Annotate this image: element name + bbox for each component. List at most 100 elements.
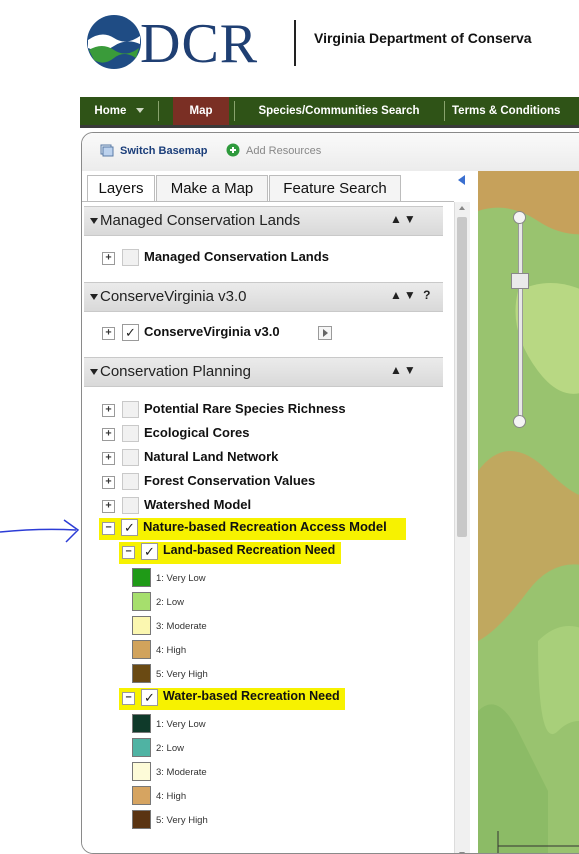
chevron-down-icon xyxy=(135,108,144,114)
basemap-icon xyxy=(100,144,114,157)
nav-species-search[interactable]: Species/Communities Search xyxy=(240,97,438,125)
layer-checkbox-checked[interactable]: ✓ xyxy=(122,324,139,341)
dcr-logo-icon xyxy=(87,15,141,69)
annotation-arrow-icon xyxy=(0,519,80,543)
nav-terms-label: Terms & Conditions xyxy=(452,105,561,117)
legend-swatch xyxy=(132,738,151,757)
add-resources-icon xyxy=(226,143,240,157)
legend-swatch xyxy=(132,786,151,805)
nav-species-label: Species/Communities Search xyxy=(258,105,420,117)
layer-label: Watershed Model xyxy=(144,497,252,512)
legend-label: 3: Moderate xyxy=(156,767,207,778)
layer-label: Potential Rare Species Richness xyxy=(144,401,346,416)
add-resources-button[interactable]: Add Resources xyxy=(246,145,321,157)
layer-checkbox[interactable] xyxy=(122,249,139,266)
nav-underline xyxy=(80,125,579,128)
nav-home-label: Home xyxy=(94,105,127,117)
legend-swatch xyxy=(132,714,151,733)
collapse-panel-icon[interactable] xyxy=(458,175,465,185)
expand-icon[interactable]: + xyxy=(102,500,115,513)
sublayer-row-water[interactable]: − ✓ Water-based Recreation Need xyxy=(119,688,345,710)
tab-feature-search[interactable]: Feature Search xyxy=(269,175,401,202)
layer-row[interactable]: + Potential Rare Species Richness xyxy=(102,400,432,422)
expand-icon[interactable]: + xyxy=(102,428,115,441)
reorder-arrows-icon[interactable]: ▲▼ xyxy=(390,363,418,377)
main-nav: Home Map Species/Communities Search Term… xyxy=(80,97,579,125)
nav-home[interactable]: Home xyxy=(80,97,158,125)
agency-name: Virginia Department of Conserva xyxy=(314,30,532,46)
legend-label: 5: Very High xyxy=(156,669,208,680)
layer-label: Nature-based Recreation Access Model xyxy=(143,519,387,534)
layer-row-nature-based[interactable]: − ✓ Nature-based Recreation Access Model xyxy=(99,518,406,540)
legend-swatch xyxy=(132,762,151,781)
layer-row-conserve[interactable]: + ✓ ConserveVirginia v3.0 xyxy=(102,323,432,345)
reorder-arrows-icon[interactable]: ▲▼ xyxy=(390,212,418,226)
legend-label: 2: Low xyxy=(156,743,184,754)
scrollbar-thumb[interactable] xyxy=(457,217,467,537)
layer-checkbox-checked[interactable]: ✓ xyxy=(121,519,138,536)
switch-basemap-button[interactable]: Switch Basemap xyxy=(120,145,207,157)
legend-label: 3: Moderate xyxy=(156,621,207,632)
viewer-toolbar: Switch Basemap Add Resources xyxy=(82,133,579,171)
layer-checkbox[interactable] xyxy=(122,425,139,442)
legend-swatch xyxy=(132,664,151,683)
layer-checkbox[interactable] xyxy=(122,449,139,466)
expand-icon[interactable]: + xyxy=(102,452,115,465)
layer-row[interactable]: + Watershed Model xyxy=(102,496,432,518)
nav-separator xyxy=(444,101,445,121)
reorder-arrows-icon[interactable]: ▲▼ ? xyxy=(390,288,432,302)
legend-label: 1: Very Low xyxy=(156,573,206,584)
expand-icon[interactable]: + xyxy=(102,476,115,489)
layer-checkbox[interactable] xyxy=(122,497,139,514)
layer-checkbox-checked[interactable]: ✓ xyxy=(141,689,158,706)
collapse-icon[interactable]: − xyxy=(102,522,115,535)
section-planning-title: Conservation Planning xyxy=(100,363,251,380)
layer-row[interactable]: + Ecological Cores xyxy=(102,424,432,446)
logo-text: DCR xyxy=(140,13,259,75)
expand-icon[interactable]: + xyxy=(102,404,115,417)
tab-make-a-map[interactable]: Make a Map xyxy=(156,175,268,202)
layer-row-managed[interactable]: + Managed Conservation Lands xyxy=(102,248,432,270)
nav-separator xyxy=(158,101,159,121)
zoom-out-icon[interactable] xyxy=(513,415,526,428)
zoom-slider-track[interactable] xyxy=(518,218,523,420)
legend-label: 4: High xyxy=(156,791,187,802)
layer-checkbox[interactable] xyxy=(122,473,139,490)
expand-icon[interactable]: + xyxy=(102,327,115,340)
tab-layers[interactable]: Layers xyxy=(87,175,155,202)
layer-options-icon[interactable] xyxy=(318,326,332,340)
zoom-in-icon[interactable] xyxy=(513,211,526,224)
legend-swatch xyxy=(132,592,151,611)
legend-swatch xyxy=(132,568,151,587)
tab-layers-label: Layers xyxy=(98,180,144,197)
expand-icon[interactable]: + xyxy=(102,252,115,265)
nav-map[interactable]: Map xyxy=(173,97,229,125)
legend-swatch xyxy=(132,616,151,635)
sublayer-row-land[interactable]: − ✓ Land-based Recreation Need xyxy=(119,542,341,564)
legend-swatch xyxy=(132,810,151,829)
nav-map-label: Map xyxy=(189,105,213,117)
legend-label: 4: High xyxy=(156,645,187,656)
tab-feature-search-label: Feature Search xyxy=(283,180,387,197)
zoom-slider-thumb[interactable] xyxy=(511,273,529,289)
nav-separator xyxy=(234,101,235,121)
section-planning-header[interactable]: Conservation Planning ▲▼ xyxy=(84,357,443,387)
scroll-up-icon[interactable] xyxy=(459,206,465,210)
legend-label: 5: Very High xyxy=(156,815,208,826)
layer-row[interactable]: + Natural Land Network xyxy=(102,448,432,470)
layer-label: Natural Land Network xyxy=(144,449,279,464)
collapse-icon[interactable]: − xyxy=(122,546,135,559)
section-conserve-header[interactable]: ConserveVirginia v3.0 ▲▼ ? xyxy=(84,282,443,312)
sublayer-label: Water-based Recreation Need xyxy=(163,689,340,703)
nav-terms[interactable]: Terms & Conditions xyxy=(452,97,579,125)
layer-checkbox[interactable] xyxy=(122,401,139,418)
legend-swatch xyxy=(132,640,151,659)
collapse-icon[interactable]: − xyxy=(122,692,135,705)
site-header: DCR Virginia Department of Conserva xyxy=(0,0,579,90)
layer-row[interactable]: + Forest Conservation Values xyxy=(102,472,432,494)
section-managed-title: Managed Conservation Lands xyxy=(100,212,301,229)
layer-label: Forest Conservation Values xyxy=(144,473,316,488)
section-conserve-title: ConserveVirginia v3.0 xyxy=(100,288,247,305)
layer-checkbox-checked[interactable]: ✓ xyxy=(141,543,158,560)
section-managed-header[interactable]: Managed Conservation Lands ▲▼ xyxy=(84,206,443,236)
